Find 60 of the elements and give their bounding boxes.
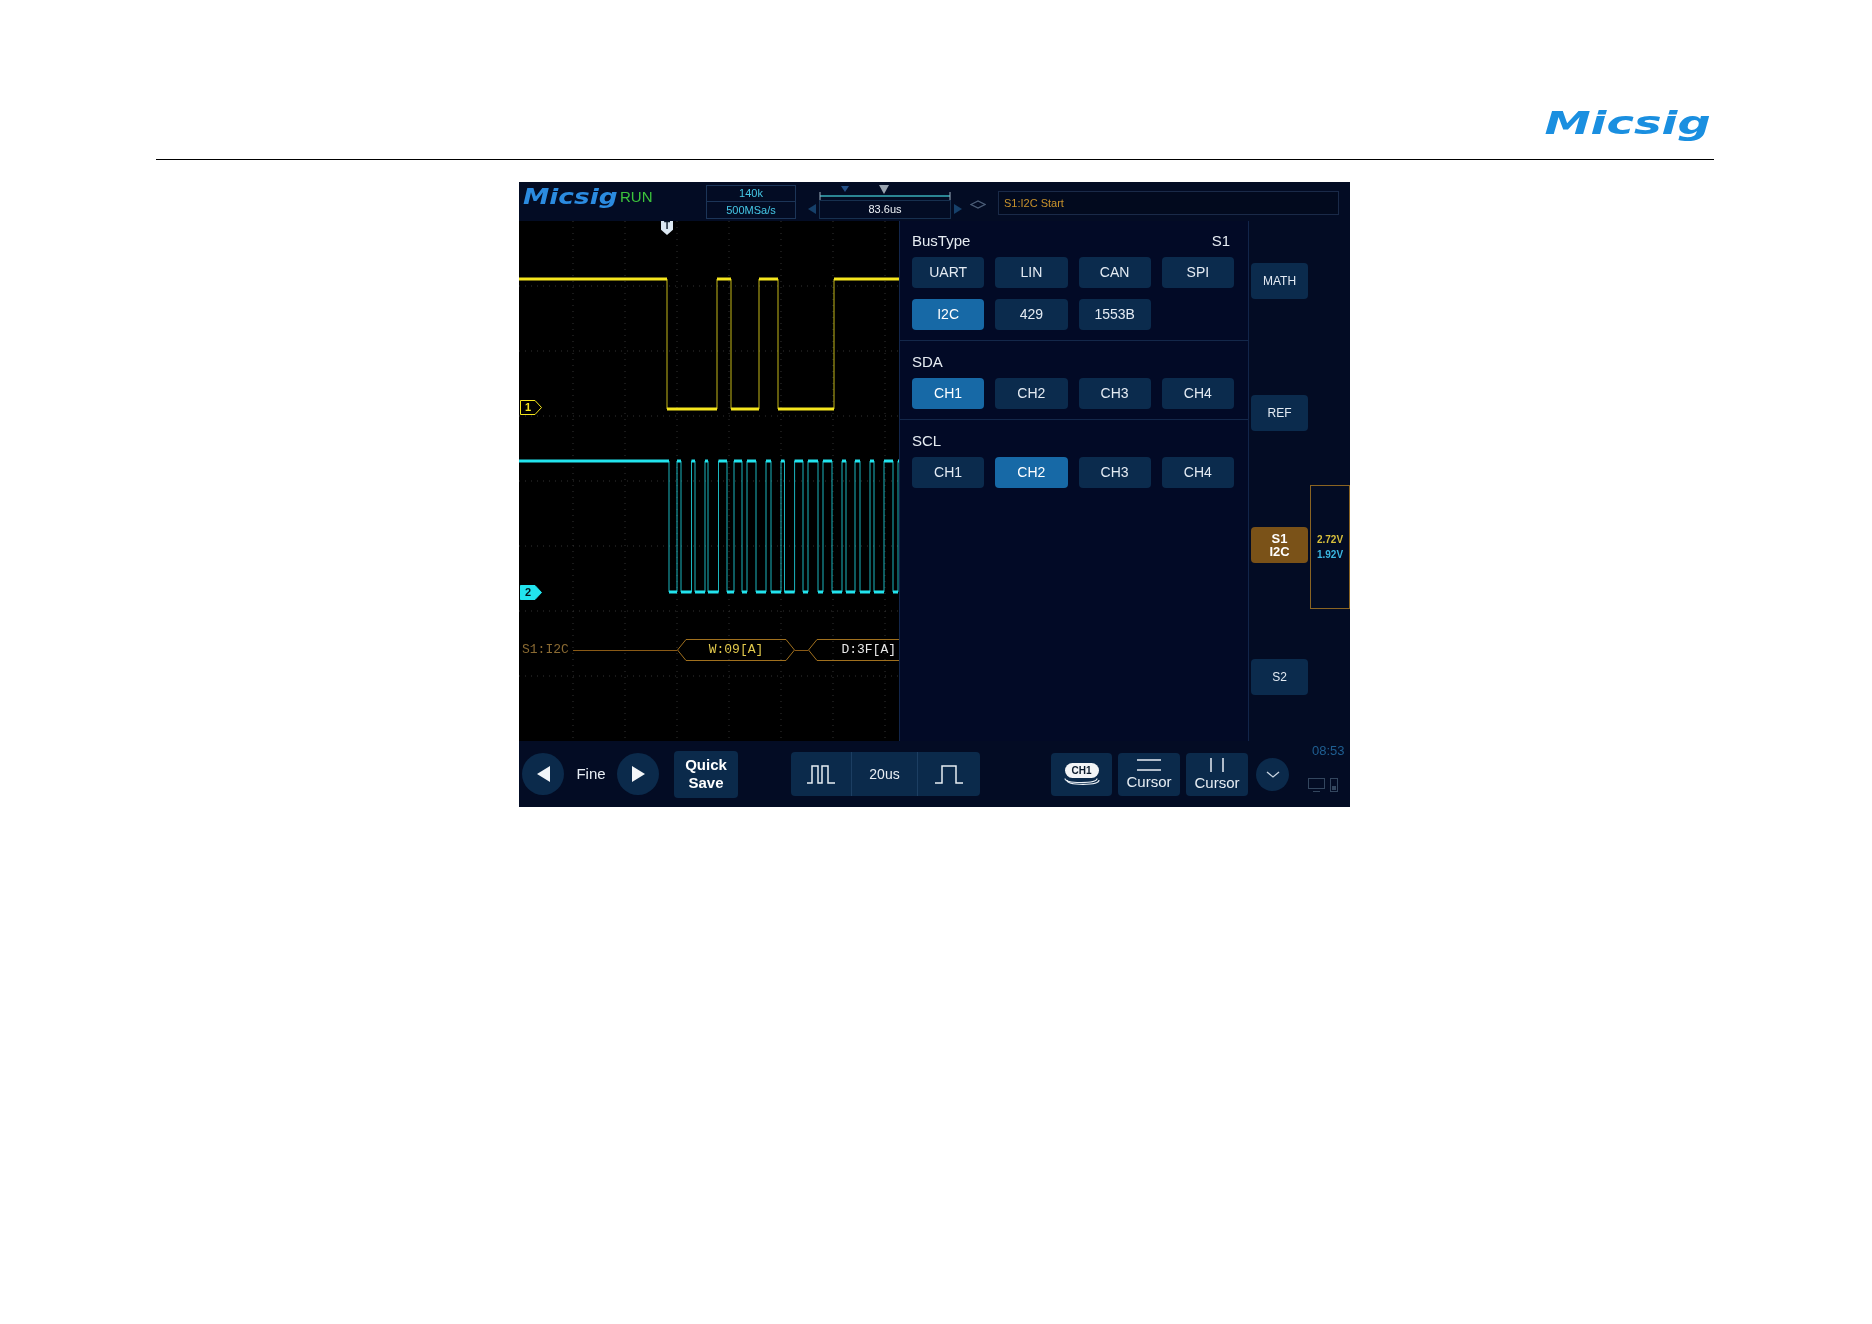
cursor-button[interactable]: Cursor	[1118, 752, 1180, 796]
option-button[interactable]: SPI	[1161, 257, 1234, 288]
option-button[interactable]: CH1	[912, 457, 985, 488]
option-button[interactable]: LIN	[995, 257, 1068, 288]
timebase-value: 20us	[852, 752, 918, 796]
trigger-info-bar: S1:I2C Start	[998, 191, 1339, 215]
decode-packet: W:09[A]	[677, 639, 795, 661]
single-pulse-icon	[935, 764, 963, 784]
side-menu-button[interactable]: MATH	[1251, 263, 1308, 299]
group-title: SDA	[912, 352, 943, 372]
position-bracket-icon	[819, 185, 951, 200]
option-button[interactable]: I2C	[912, 299, 985, 330]
option-button[interactable]: CH3	[1078, 378, 1151, 409]
side-menu-button[interactable]: REF	[1251, 395, 1308, 431]
side-menu-button[interactable]: S1 I2C	[1251, 527, 1308, 563]
option-button[interactable]: CH2	[995, 457, 1068, 488]
memory-depth: 140k	[707, 186, 795, 202]
next-button[interactable]	[617, 753, 659, 795]
trigger-level-value: 1.92V	[1316, 548, 1344, 561]
sample-rate: 500MSa/s	[725, 203, 777, 218]
stacked-arcs-icon	[1063, 778, 1100, 785]
option-button[interactable]: CH2	[995, 378, 1068, 409]
arrow-right-icon	[631, 766, 645, 782]
trigger-level-value: 2.72V	[1316, 533, 1344, 546]
option-button[interactable]: CAN	[1078, 257, 1151, 288]
decode-packet: D:3F[A]	[808, 639, 899, 661]
scope-logo: Micsig	[523, 185, 618, 209]
run-status: RUN	[620, 188, 654, 206]
clock-text: 08:53	[1312, 744, 1345, 758]
bus-line	[795, 649, 808, 651]
brand-logo: Micsig	[1544, 103, 1711, 143]
previous-button[interactable]	[522, 753, 564, 795]
channel-marker: 2	[520, 585, 542, 600]
option-button[interactable]: 429	[995, 299, 1068, 330]
group-title: SCL	[912, 431, 942, 451]
bus-label: S1:I2C	[521, 642, 570, 658]
option-button[interactable]: 1553B	[1078, 299, 1151, 330]
diamond-outline-icon[interactable]	[970, 200, 986, 209]
monitor-icon	[1308, 778, 1325, 792]
cursor-button[interactable]: Cursor	[1186, 752, 1248, 796]
option-button[interactable]: CH1	[912, 378, 985, 409]
group-title: BusType	[912, 231, 971, 251]
side-menu-button[interactable]: S2	[1251, 659, 1308, 695]
horizontal-lines-icon	[1137, 758, 1161, 771]
channel-marker: 1	[520, 400, 542, 415]
channel-button[interactable]: CH1	[1051, 752, 1112, 796]
option-button[interactable]: UART	[912, 257, 985, 288]
trigger-marker: T	[661, 221, 673, 235]
option-button[interactable]: CH3	[1078, 457, 1151, 488]
double-pulse-icon	[807, 764, 835, 784]
option-button[interactable]: CH4	[1161, 457, 1234, 488]
chevron-down-icon	[1265, 770, 1280, 778]
quick-save-button[interactable]: Quick Save	[674, 750, 738, 798]
battery-icon	[1330, 778, 1338, 792]
option-button[interactable]: CH4	[1161, 378, 1234, 409]
arrow-left-icon	[536, 766, 550, 782]
slot-label: S1	[1211, 231, 1230, 251]
adjust-mode-label: Fine	[575, 763, 607, 784]
expand-button[interactable]	[1256, 757, 1289, 791]
time-offset-readout: 83.6us	[819, 200, 951, 219]
